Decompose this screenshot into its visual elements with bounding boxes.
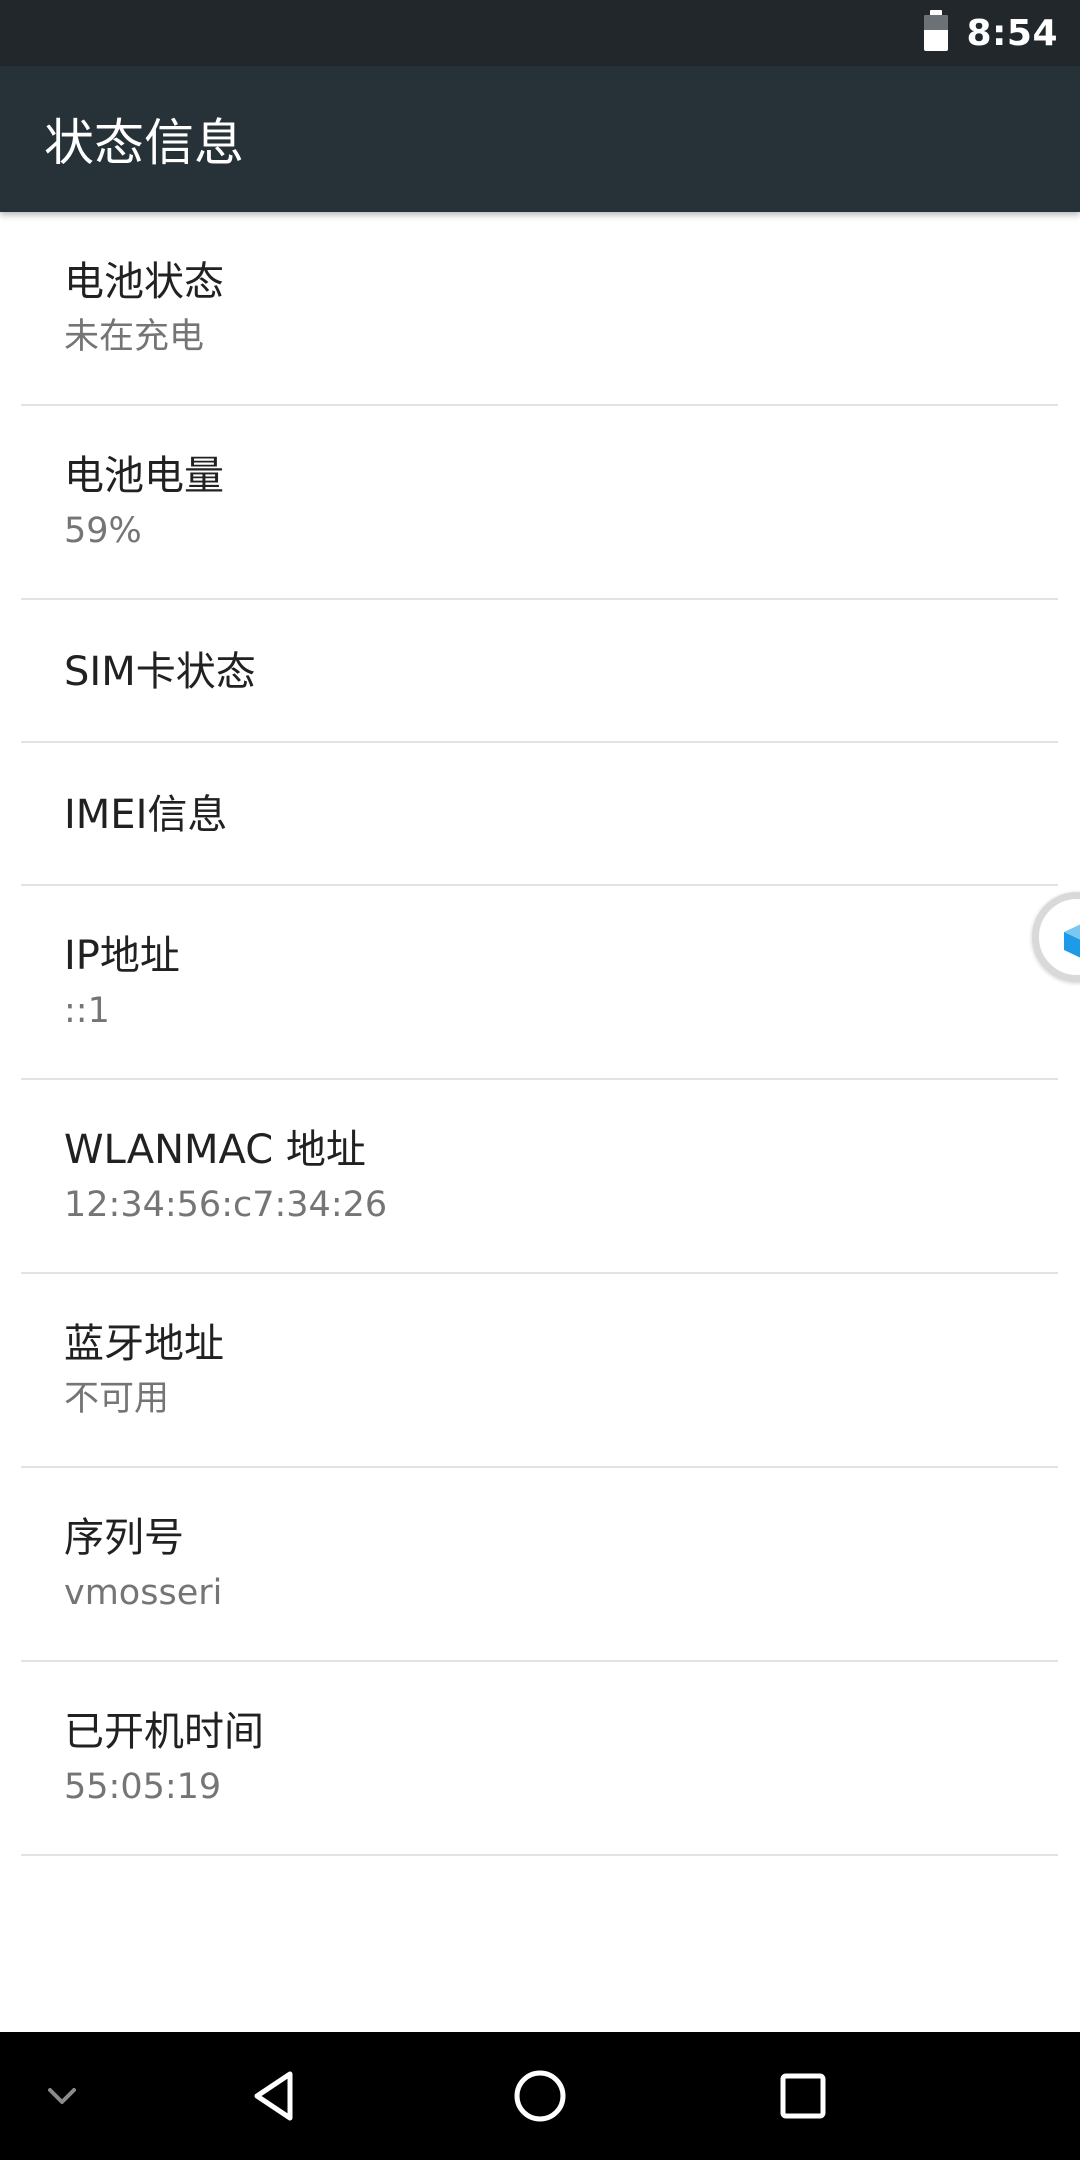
list-item-serial-number[interactable]: 序列号 vmosseri bbox=[0, 1468, 1080, 1662]
list-item-imei-info[interactable]: IMEI信息 bbox=[0, 743, 1080, 886]
item-value: 55:05:19 bbox=[64, 1767, 222, 1807]
item-title: 蓝牙地址 bbox=[64, 1321, 224, 1367]
list-item-bluetooth-address[interactable]: 蓝牙地址 不可用 bbox=[0, 1274, 1080, 1468]
cube-icon bbox=[1064, 924, 1080, 958]
item-title: IP地址 bbox=[64, 933, 180, 979]
list-item-ip-address[interactable]: IP地址 ::1 bbox=[0, 886, 1080, 1080]
back-icon[interactable] bbox=[232, 2032, 318, 2160]
item-value: vmosseri bbox=[64, 1573, 223, 1613]
battery-empty-portion bbox=[924, 15, 949, 30]
item-value: 不可用 bbox=[64, 1379, 170, 1419]
list-item-sim-status[interactable]: SIM卡状态 bbox=[0, 600, 1080, 743]
chevron-down-icon[interactable] bbox=[30, 2032, 94, 2160]
home-icon[interactable] bbox=[496, 2032, 584, 2160]
item-value: ::1 bbox=[64, 991, 110, 1031]
item-title: IMEI信息 bbox=[64, 791, 228, 838]
status-info-list: 电池状态 未在充电 电池电量 59% SIM卡状态 IMEI信息 IP地址 ::… bbox=[0, 212, 1080, 1856]
list-item-battery-level[interactable]: 电池电量 59% bbox=[0, 406, 1080, 600]
recents-icon[interactable] bbox=[760, 2032, 846, 2160]
item-title: 电池电量 bbox=[64, 453, 224, 499]
status-time: 8:54 bbox=[966, 12, 1058, 54]
status-bar: 8:54 bbox=[0, 0, 1080, 66]
page-title: 状态信息 bbox=[44, 114, 244, 172]
list-item-wlan-mac[interactable]: WLANMAC 地址 12:34:56:c7:34:26 bbox=[0, 1080, 1080, 1274]
item-title: 电池状态 bbox=[64, 259, 224, 305]
navigation-bar bbox=[0, 2032, 1080, 2160]
list-item-battery-status[interactable]: 电池状态 未在充电 bbox=[0, 212, 1080, 406]
item-title: 已开机时间 bbox=[64, 1709, 264, 1755]
list-item-uptime[interactable]: 已开机时间 55:05:19 bbox=[0, 1662, 1080, 1856]
item-title: 序列号 bbox=[64, 1515, 184, 1561]
item-value: 12:34:56:c7:34:26 bbox=[64, 1185, 388, 1225]
battery-icon bbox=[924, 10, 949, 51]
item-value: 59% bbox=[64, 511, 142, 551]
item-title: SIM卡状态 bbox=[64, 648, 256, 695]
item-value: 未在充电 bbox=[64, 317, 205, 357]
screen: 8:54 状态信息 电池状态 未在充电 电池电量 59% SIM卡状态 IMEI… bbox=[0, 0, 1080, 2160]
app-toolbar: 状态信息 bbox=[0, 66, 1080, 212]
item-title: WLANMAC 地址 bbox=[64, 1127, 366, 1173]
